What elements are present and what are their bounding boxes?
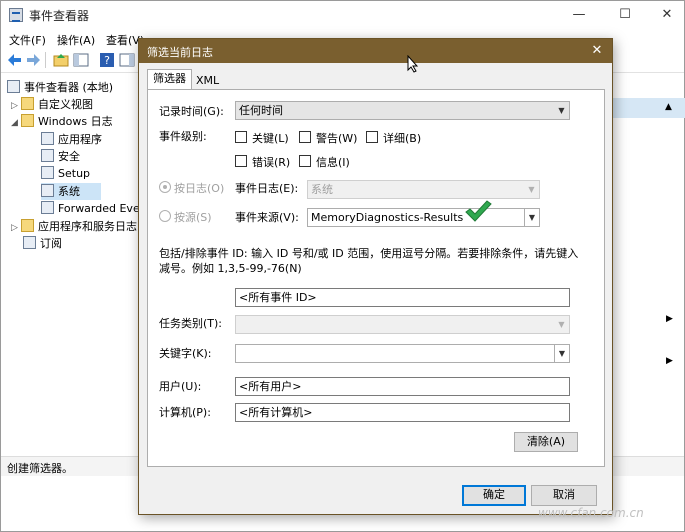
submenu-arrow-icon[interactable]: ▶ (666, 356, 673, 366)
chevron-down-icon: ▼ (528, 185, 535, 194)
by-log-label: 按日志(O) (174, 182, 225, 195)
dialog-close-button[interactable]: ✕ (588, 42, 606, 60)
tree-item-root[interactable]: 事件查看器 (本地) (7, 79, 113, 96)
chevron-down-icon: ▼ (558, 106, 565, 115)
collapse-arrow-icon[interactable]: ▲ (665, 102, 672, 112)
error-label: 错误(R) (252, 156, 291, 169)
forward-arrow-icon[interactable] (25, 52, 41, 68)
toolbar-divider (45, 52, 46, 68)
mouse-cursor-icon (407, 55, 419, 73)
chevron-down-icon[interactable]: ◢ (11, 115, 21, 132)
chevron-right-icon[interactable]: ▷ (11, 220, 21, 237)
log-icon (41, 184, 54, 197)
filter-current-log-dialog: 筛选当前日志 ✕ 筛选器 XML 记录时间(G): 任何时间 ▼ 事件级别: 关… (138, 38, 613, 515)
verbose-checkbox[interactable] (366, 131, 378, 143)
by-source-label: 按源(S) (174, 211, 212, 224)
event-id-help-line-1: 包括/排除事件 ID: 输入 ID 号和/或 ID 范围，使用逗号分隔。若要排除… (159, 247, 579, 260)
warning-label: 警告(W) (316, 132, 358, 145)
folder-icon (21, 114, 34, 127)
log-icon (41, 201, 54, 214)
information-label: 信息(I) (316, 156, 350, 169)
critical-label: 关键(L) (252, 132, 289, 145)
ok-button[interactable]: 确定 (462, 485, 526, 506)
event-sources-value: MemoryDiagnostics-Results (311, 211, 464, 224)
chevron-down-icon: ▼ (524, 209, 539, 226)
logged-value: 任何时间 (239, 104, 283, 117)
keywords-select[interactable]: ▼ (235, 344, 570, 363)
submenu-arrow-icon[interactable]: ▶ (666, 314, 673, 324)
warning-checkbox[interactable] (299, 131, 311, 143)
tab-filter[interactable]: 筛选器 (147, 69, 192, 90)
tree-item-application[interactable]: 应用程序 (41, 131, 102, 148)
tree-item-apps-services[interactable]: ▷ 应用程序和服务日志 (11, 218, 137, 235)
dialog-title: 筛选当前日志 (147, 46, 213, 59)
log-icon (41, 149, 54, 162)
keywords-label: 关键字(K): (159, 347, 212, 360)
cancel-button[interactable]: 取消 (531, 485, 597, 506)
svg-text:?: ? (104, 54, 110, 67)
show-action-pane-icon[interactable] (119, 52, 135, 68)
menu-action[interactable]: 操作(A) (57, 32, 95, 48)
event-logs-value: 系统 (311, 183, 333, 196)
event-level-label: 事件级别: (159, 130, 207, 143)
tree-item-security[interactable]: 安全 (41, 148, 80, 165)
event-viewer-icon (7, 80, 20, 93)
actions-header: ▲ (613, 98, 685, 118)
subscription-icon (23, 236, 36, 249)
help-icon[interactable]: ? (99, 52, 115, 68)
tree-item-custom-views[interactable]: ▷ 自定义视图 (11, 96, 93, 113)
tree-item-subscriptions[interactable]: 订阅 (23, 235, 62, 252)
chevron-down-icon: ▼ (558, 320, 565, 329)
tree-item-setup[interactable]: Setup (41, 165, 90, 182)
up-folder-icon[interactable] (53, 52, 69, 68)
logged-label: 记录时间(G): (159, 105, 224, 118)
event-id-help-line-2: 减号。例如 1,3,5-99,-76(N) (159, 262, 302, 275)
log-icon (41, 166, 54, 179)
logged-select[interactable]: 任何时间 ▼ (235, 101, 570, 120)
navigation-tree: 事件查看器 (本地) ▷ 自定义视图 ◢ Windows 日志 应用程序 安全 Se… (1, 77, 147, 457)
event-sources-label: 事件来源(V): (235, 211, 299, 224)
folder-icon (21, 97, 34, 110)
event-logs-select[interactable]: 系统 ▼ (307, 180, 540, 199)
event-logs-label: 事件日志(E): (235, 182, 299, 195)
main-titlebar: 事件查看器 — ☐ ✕ (1, 1, 684, 29)
user-label: 用户(U): (159, 380, 202, 393)
event-viewer-app-icon (9, 8, 23, 22)
by-source-radio[interactable] (159, 210, 171, 222)
dialog-titlebar[interactable]: 筛选当前日志 ✕ (139, 39, 612, 63)
checkmark-icon (465, 200, 492, 222)
error-checkbox[interactable] (235, 155, 247, 167)
folder-icon (21, 219, 34, 232)
computer-input[interactable]: <所有计算机> (235, 403, 570, 422)
task-category-label: 任务类别(T): (159, 317, 223, 330)
verbose-label: 详细(B) (383, 132, 422, 145)
event-id-input[interactable]: <所有事件 ID> (235, 288, 570, 307)
chevron-down-icon: ▼ (554, 345, 569, 362)
tree-item-system[interactable]: 系统 (41, 183, 101, 200)
tree-item-windows-logs[interactable]: ◢ Windows 日志 (11, 113, 113, 130)
close-button[interactable]: ✕ (652, 5, 682, 25)
back-arrow-icon[interactable] (7, 52, 23, 68)
tree-item-forwarded-events[interactable]: Forwarded Even (41, 200, 147, 217)
critical-checkbox[interactable] (235, 131, 247, 143)
status-text: 创建筛选器。 (7, 462, 73, 475)
user-input[interactable]: <所有用户> (235, 377, 570, 396)
log-icon (41, 132, 54, 145)
maximize-button[interactable]: ☐ (610, 5, 640, 25)
computer-label: 计算机(P): (159, 406, 211, 419)
watermark: www.cfan.com.cn (538, 506, 644, 520)
task-category-select[interactable]: ▼ (235, 315, 570, 334)
menu-file[interactable]: 文件(F) (9, 32, 46, 48)
minimize-button[interactable]: — (564, 5, 594, 25)
clear-button[interactable]: 清除(A) (514, 432, 578, 452)
information-checkbox[interactable] (299, 155, 311, 167)
by-log-radio[interactable] (159, 181, 171, 193)
show-hide-tree-icon[interactable] (73, 52, 89, 68)
window-title: 事件查看器 (29, 9, 90, 23)
event-sources-select[interactable]: MemoryDiagnostics-Results ▼ (307, 208, 540, 227)
